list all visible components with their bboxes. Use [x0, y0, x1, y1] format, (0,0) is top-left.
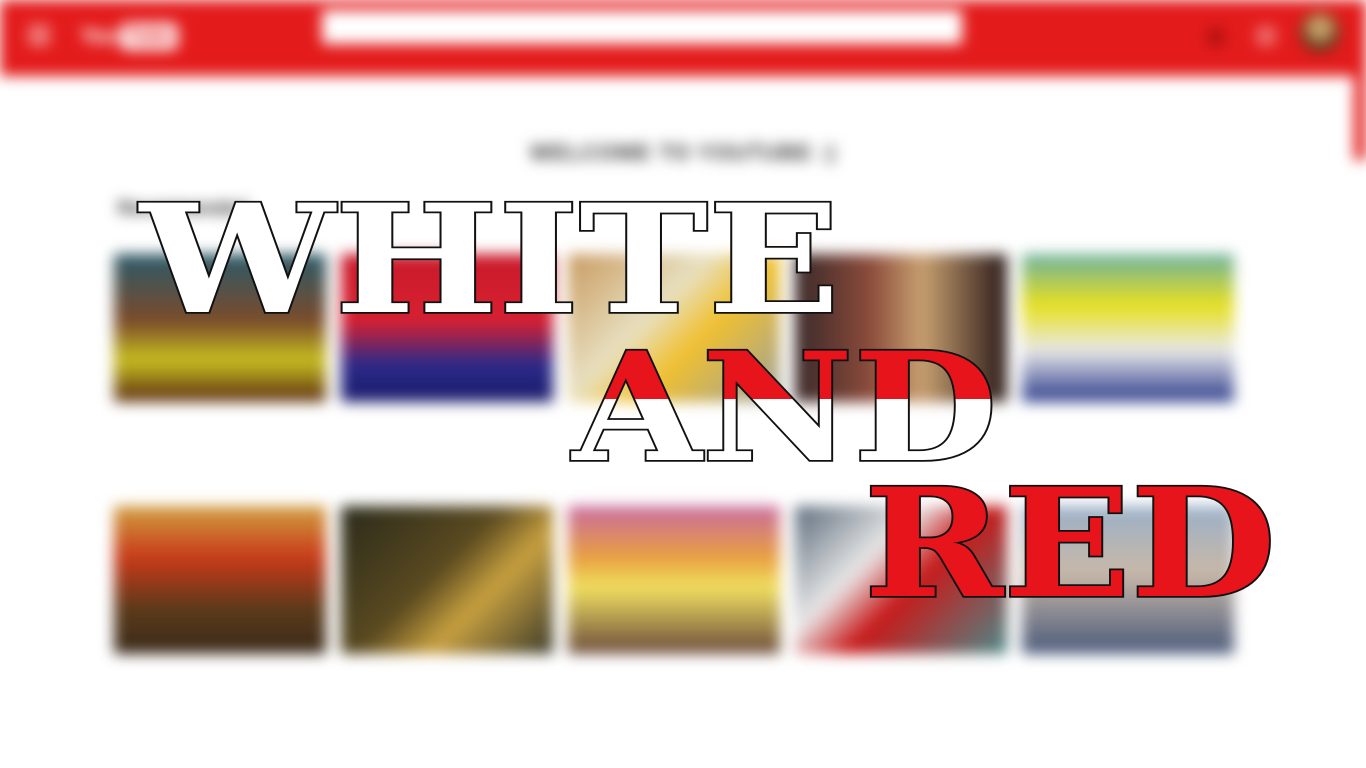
overlay-word-red: RED	[864, 456, 1276, 632]
title-overlay: WHITE AND RED	[0, 0, 1366, 768]
screenshot-stage: You Tube WELCOME TO YOUTUBE :) Recommend…	[0, 0, 1366, 768]
title-overlay-svg: WHITE AND RED	[136, 170, 1278, 634]
